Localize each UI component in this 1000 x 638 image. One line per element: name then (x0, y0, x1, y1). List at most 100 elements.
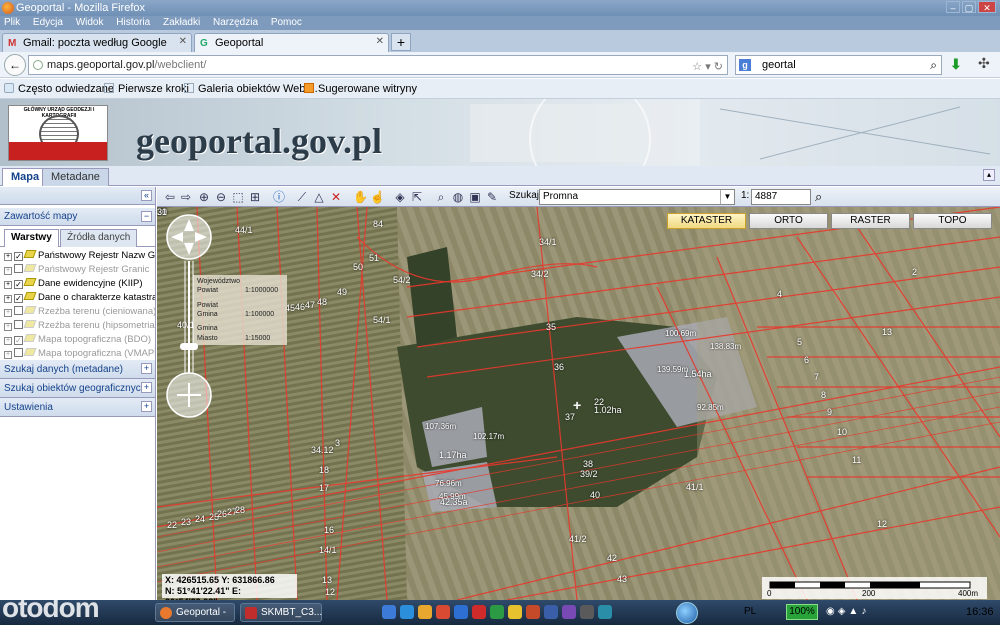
layer-checkbox[interactable]: ✓ (14, 280, 23, 289)
app-icon[interactable] (598, 605, 612, 619)
clear-measure-icon[interactable]: ✕ (329, 190, 343, 204)
full-extent-icon[interactable]: ⊞ (248, 190, 262, 204)
layer-item[interactable]: + Państwowy Rejestr Granic (4, 263, 155, 277)
chevron-down-icon[interactable]: ▼ (720, 190, 734, 204)
taskbar-item-skmbt[interactable]: SKMBT_C3... (240, 603, 322, 622)
chrome-icon[interactable] (436, 605, 450, 619)
close-window-button[interactable]: ✕ (978, 1, 996, 13)
new-tab-button[interactable]: + (391, 33, 411, 51)
apply-scale-icon[interactable]: ⌕ (815, 189, 822, 205)
taskbar-item-geoportal[interactable]: Geoportal - ... (155, 603, 235, 635)
layer-checkbox[interactable] (14, 264, 23, 273)
expand-icon[interactable]: + (141, 401, 152, 412)
layer-checkbox[interactable]: ✓ (14, 252, 23, 261)
menu-narzedzia[interactable]: Narzędzia (213, 17, 258, 28)
info-icon[interactable]: ⓘ (272, 190, 286, 204)
download-icon[interactable]: ⬇ (950, 56, 962, 73)
scale-input[interactable]: 4887 (751, 189, 811, 205)
media-icon[interactable] (526, 605, 540, 619)
expand-icon[interactable]: + (4, 295, 12, 303)
measure-line-icon[interactable]: ⟋ (295, 190, 309, 204)
bookmark-sugerowane[interactable]: Sugerowane witryny (304, 79, 417, 99)
bookmark-pierwsze[interactable]: Pierwsze kroki (104, 79, 189, 99)
layer-item[interactable]: + ✓ Mapa topograficzna (BDO) (4, 333, 155, 347)
close-tab-icon[interactable]: ✕ (376, 36, 384, 47)
ie-icon[interactable] (400, 605, 414, 619)
google-icon[interactable]: g (739, 59, 751, 71)
app-icon[interactable] (580, 605, 594, 619)
acrobat-icon[interactable] (472, 605, 486, 619)
collapse-section-icon[interactable]: − (141, 211, 152, 222)
tab-warstwy[interactable]: Warstwy (4, 229, 59, 247)
layer-checkbox[interactable] (14, 348, 23, 357)
windows-orb-icon[interactable] (676, 602, 698, 624)
expand-icon[interactable]: + (4, 253, 12, 261)
excel-icon[interactable] (490, 605, 504, 619)
expand-icon[interactable]: + (4, 281, 12, 289)
language-indicator[interactable]: PL (744, 606, 756, 617)
bookmark-czesto[interactable]: Często odwiedzane (4, 79, 114, 99)
tray-icons[interactable]: ◉◈▲♪ (826, 606, 869, 617)
zoom-control[interactable] (163, 213, 223, 433)
edit-icon[interactable]: ✎ (485, 190, 499, 204)
maximize-button[interactable]: ▢ (962, 1, 976, 13)
mail-icon[interactable] (508, 605, 522, 619)
back-arrow-icon[interactable]: ← (4, 54, 26, 76)
expand-icon[interactable]: + (141, 363, 152, 374)
menu-pomoc[interactable]: Pomoc (271, 17, 302, 28)
expand-icon[interactable]: + (4, 323, 12, 331)
layer-item[interactable]: + ✓ Państwowy Rejestr Nazw Geo (4, 249, 155, 263)
expand-icon[interactable]: + (4, 351, 12, 359)
tab-zrodla-danych[interactable]: Źródła danych (60, 229, 138, 247)
zoom-out-icon[interactable]: ⊖ (214, 190, 228, 204)
section-szukaj-danych[interactable]: Szukaj danych (metadane) + (0, 360, 155, 379)
reload-icon[interactable]: ↻ (714, 61, 723, 73)
tab-metadane[interactable]: Metadane (42, 168, 109, 186)
zoom-in-icon[interactable]: ⊕ (197, 190, 211, 204)
search-icon[interactable]: ⌕ (930, 56, 937, 74)
word-icon[interactable] (454, 605, 468, 619)
collapse-left-icon[interactable]: « (141, 190, 152, 201)
expand-icon[interactable]: + (141, 382, 152, 393)
app-icon[interactable] (382, 605, 396, 619)
layer-item[interactable]: + Rzeźba terenu (cieniowana) (4, 305, 155, 319)
layers-icon[interactable]: ◈ (393, 190, 407, 204)
minimize-button[interactable]: – (946, 1, 960, 13)
collapse-up-icon[interactable]: ▴ (983, 169, 995, 181)
menu-widok[interactable]: Widok (76, 17, 104, 28)
search-bar[interactable]: g geortal ⌕ (735, 55, 942, 75)
expand-icon[interactable]: + (4, 267, 12, 275)
next-extent-icon[interactable]: ⇨ (179, 190, 193, 204)
section-szukaj-obiektow[interactable]: Szukaj obiektów geograficznych + (0, 379, 155, 398)
layer-item[interactable]: + Mapa topograficzna (VMAPL2) (4, 347, 155, 361)
dropdown-icon[interactable]: ▾ (705, 61, 711, 73)
mode-raster-button[interactable]: RASTER (831, 213, 910, 229)
map-canvas[interactable]: 44/1 84 34/1 50 51 54/2 34/2 49 48 4 5 46 47 54/1 35 40… (157, 207, 1000, 600)
tab-geoportal[interactable]: G Geoportal ✕ (194, 33, 389, 52)
location-search-select[interactable]: Promna ▼ (539, 189, 735, 205)
layer-item[interactable]: + ✓ Dane ewidencyjne (KIIP) (4, 277, 155, 291)
mode-kataster-button[interactable]: KATASTER (667, 213, 746, 229)
globe-icon[interactable]: ◍ (451, 190, 465, 204)
url-bar[interactable]: maps.geoportal.gov.pl/webclient/ ☆ ▾ ↻ (28, 55, 728, 75)
section-ustawienia[interactable]: Ustawienia + (0, 398, 155, 417)
app-icon[interactable] (544, 605, 558, 619)
mode-topo-button[interactable]: TOPO (913, 213, 992, 229)
bookmark-galeria[interactable]: Galeria obiektów Web ... (184, 79, 318, 99)
export-icon[interactable]: ⇱ (410, 190, 424, 204)
extensions-icon[interactable]: ✣ (978, 55, 990, 72)
battery-indicator[interactable]: 100% (786, 604, 818, 620)
layer-checkbox[interactable]: ✓ (14, 336, 23, 345)
layer-checkbox[interactable] (14, 320, 23, 329)
app-icon[interactable] (562, 605, 576, 619)
layer-checkbox[interactable]: ✓ (14, 294, 23, 303)
folder-icon[interactable] (418, 605, 432, 619)
menu-plik[interactable]: Plik (4, 17, 20, 28)
close-tab-icon[interactable]: ✕ (179, 36, 187, 47)
zoom-box-icon[interactable]: ⬚ (231, 190, 245, 204)
layer-checkbox[interactable] (14, 306, 23, 315)
prev-extent-icon[interactable]: ⇦ (163, 190, 177, 204)
menu-zakladki[interactable]: Zakładki (163, 17, 200, 28)
star-icon[interactable]: ☆ (692, 61, 702, 73)
layer-item[interactable]: +✓ Dane o charakterze katastralny (4, 291, 155, 305)
